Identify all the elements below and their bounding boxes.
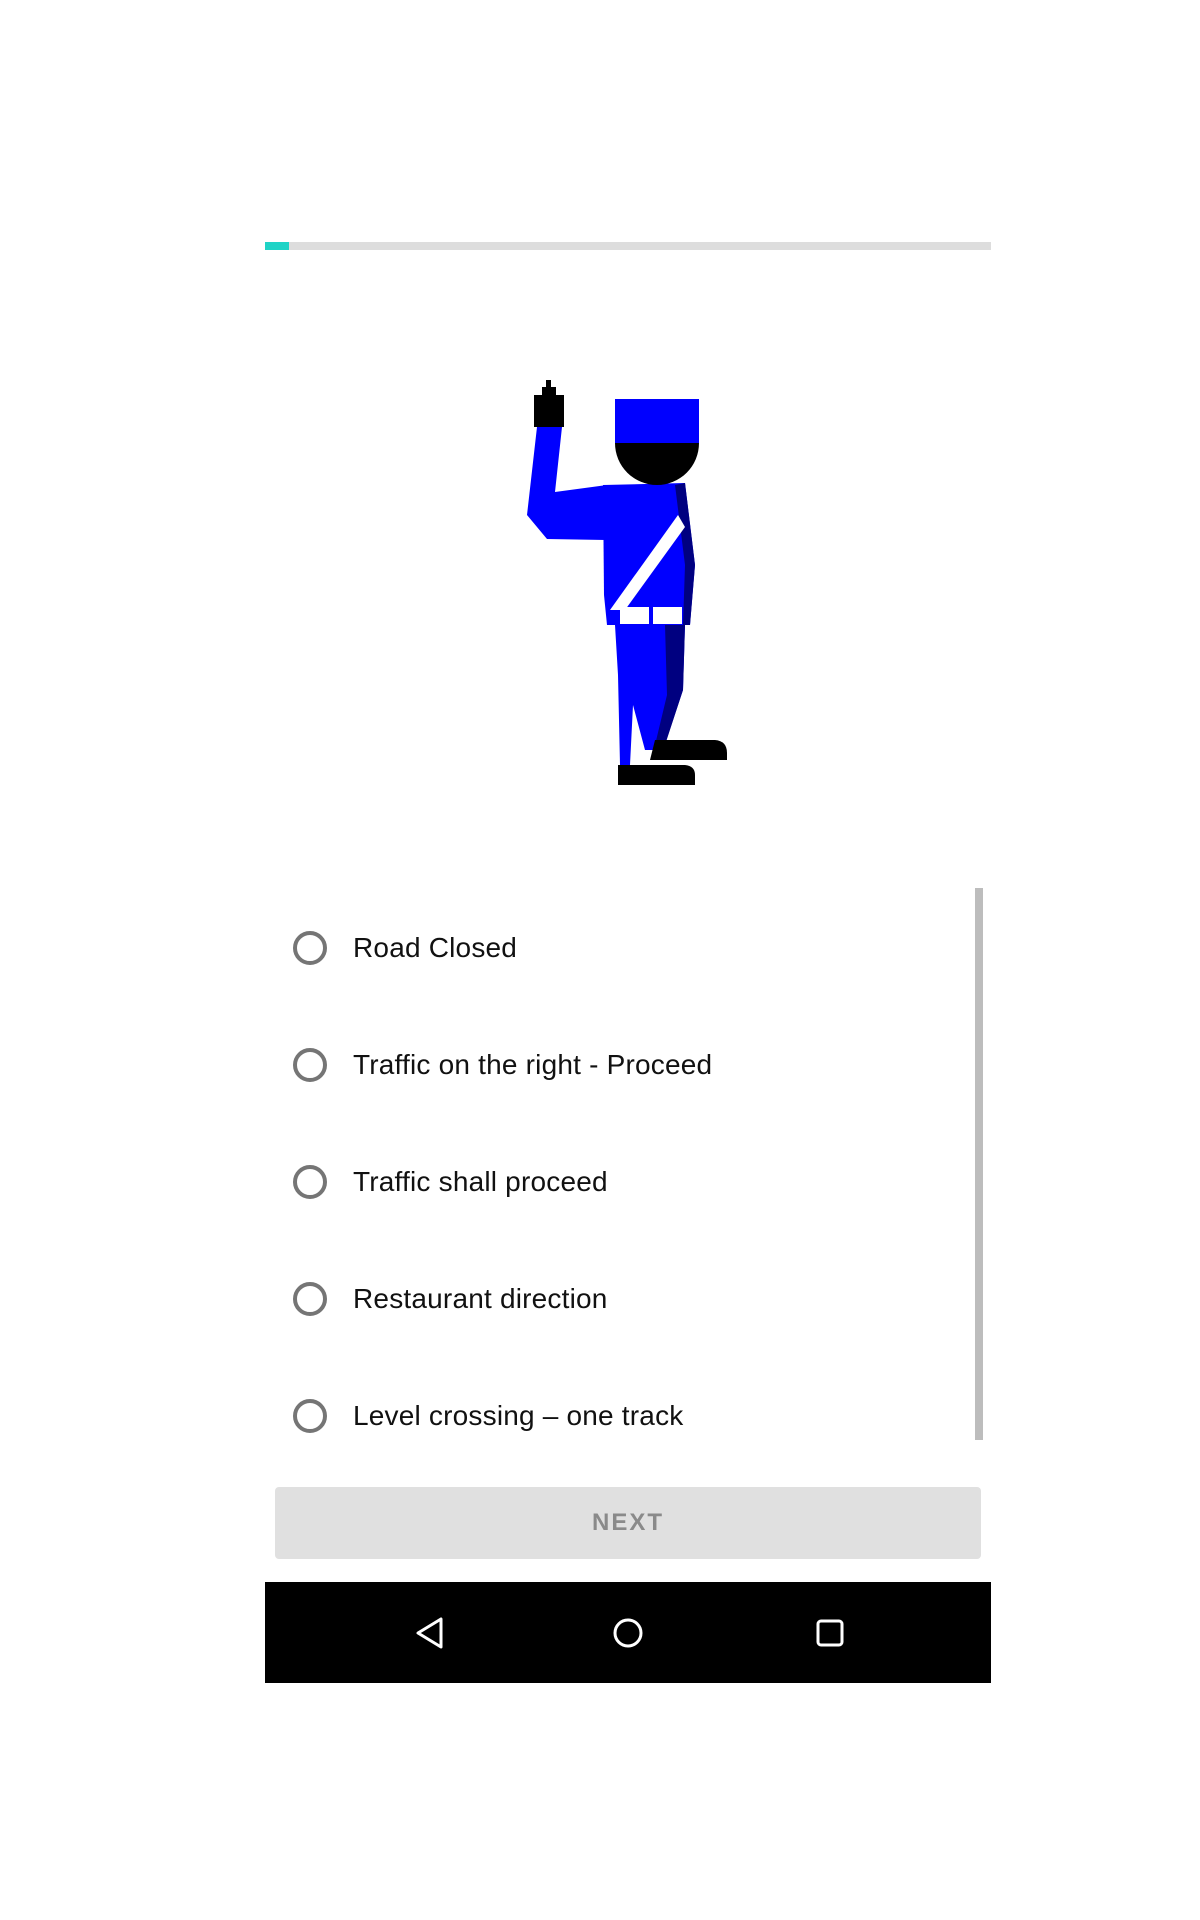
option-level-crossing-one-track[interactable]: Level crossing – one track	[293, 1386, 683, 1446]
system-navigation-bar	[265, 1582, 991, 1683]
radio-button-icon[interactable]	[293, 1165, 327, 1199]
quiz-screen: Road Closed Traffic on the right - Proce…	[265, 0, 991, 1683]
option-label: Level crossing – one track	[353, 1400, 684, 1431]
radio-button-icon[interactable]	[293, 1399, 327, 1433]
radio-button-icon[interactable]	[293, 931, 327, 965]
progress-bar	[265, 242, 991, 250]
option-traffic-shall-proceed[interactable]: Traffic shall proceed	[293, 1152, 608, 1212]
option-label: Restaurant direction	[353, 1283, 608, 1314]
traffic-police-raised-arm-icon	[527, 380, 727, 785]
radio-button-icon[interactable]	[293, 1048, 327, 1082]
option-traffic-on-right-proceed[interactable]: Traffic on the right - Proceed	[293, 1035, 712, 1095]
next-button[interactable]: NEXT	[275, 1487, 981, 1559]
home-circle-icon[interactable]	[603, 1608, 653, 1658]
answer-options-list[interactable]: Road Closed Traffic on the right - Proce…	[265, 888, 991, 1440]
option-label: Road Closed	[353, 932, 518, 963]
recents-square-icon[interactable]	[805, 1608, 855, 1658]
option-label: Traffic shall proceed	[353, 1166, 608, 1197]
option-road-closed[interactable]: Road Closed	[293, 918, 517, 978]
back-triangle-icon[interactable]	[405, 1608, 455, 1658]
option-label: Traffic on the right - Proceed	[353, 1049, 713, 1080]
option-restaurant-direction[interactable]: Restaurant direction	[293, 1269, 608, 1329]
radio-button-icon[interactable]	[293, 1282, 327, 1316]
progress-bar-fill	[265, 242, 289, 250]
scrollbar[interactable]	[975, 888, 983, 1440]
